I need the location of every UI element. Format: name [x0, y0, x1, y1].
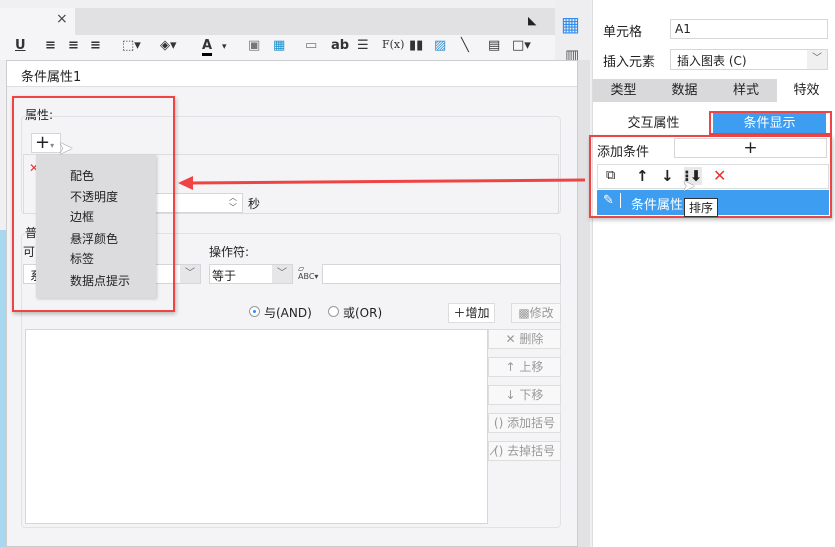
arrow-head: [178, 176, 193, 190]
annotation-arrow: [178, 176, 586, 190]
arrow-line: [189, 178, 586, 185]
